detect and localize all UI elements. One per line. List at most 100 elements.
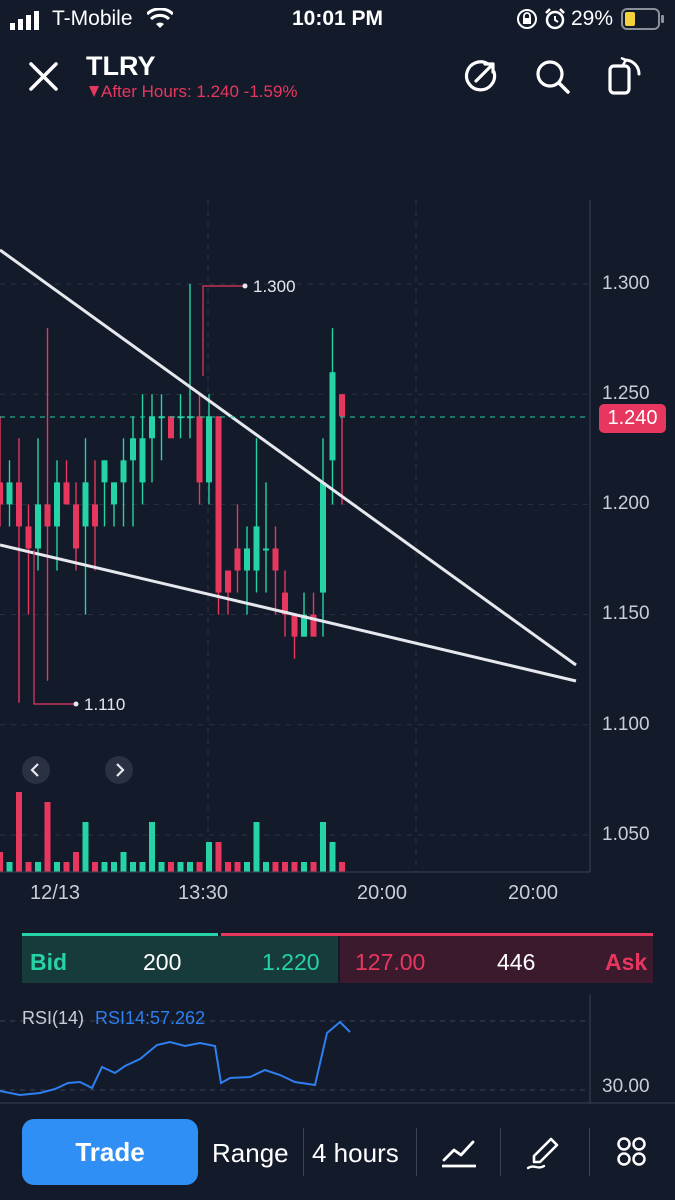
volume-bar xyxy=(25,862,32,872)
low-label: 1.110 xyxy=(84,695,126,714)
rotate-screen-icon[interactable] xyxy=(607,56,643,96)
battery-percent: 29% xyxy=(571,7,614,30)
bid-panel[interactable]: Bid 200 1.220 xyxy=(22,936,338,983)
volume-bar xyxy=(282,862,288,872)
volume-bar xyxy=(272,862,279,872)
battery-icon xyxy=(621,8,664,30)
candlestick-series xyxy=(0,284,345,703)
volume-bars xyxy=(0,792,345,872)
candle-body xyxy=(225,570,231,593)
candle-body xyxy=(139,438,146,483)
candle-body xyxy=(82,482,89,527)
candle-body xyxy=(253,526,260,571)
candle-body xyxy=(63,482,70,505)
more-grid-icon[interactable] xyxy=(617,1137,647,1167)
rsi-line xyxy=(0,1020,351,1097)
current-price-tag: 1.240 xyxy=(599,404,666,433)
candle-body xyxy=(206,416,212,483)
volume-bar xyxy=(187,862,193,872)
orientation-lock-icon xyxy=(517,9,537,29)
scroll-right-icon[interactable] xyxy=(104,755,134,785)
range-button[interactable]: Range xyxy=(212,1138,289,1169)
volume-bar xyxy=(158,862,165,872)
volume-bar xyxy=(225,862,231,872)
volume-bar xyxy=(139,862,146,872)
volume-bar xyxy=(177,862,184,872)
down-arrow-icon xyxy=(89,86,99,97)
toolbar-divider xyxy=(303,1128,304,1176)
rsi-label: RSI(14) xyxy=(22,1008,85,1028)
candle-body xyxy=(329,372,336,461)
candle-body xyxy=(101,460,108,483)
volume-bar xyxy=(35,862,41,872)
candle-body xyxy=(92,504,98,527)
volume-bar xyxy=(291,862,298,872)
candle-body xyxy=(73,504,79,549)
candle-body xyxy=(320,482,326,593)
volume-bar xyxy=(244,862,250,872)
candle-body xyxy=(234,548,241,571)
candle-body xyxy=(120,460,127,483)
indicator-chart-icon[interactable] xyxy=(442,1136,476,1168)
volume-bar xyxy=(329,842,336,872)
candle-body xyxy=(149,416,155,439)
volume-bar xyxy=(130,862,136,872)
ask-label: Ask xyxy=(605,949,648,975)
price-chart[interactable] xyxy=(0,200,675,880)
candle-body xyxy=(111,482,117,505)
volume-bar xyxy=(73,852,79,872)
toolbar-divider xyxy=(500,1128,501,1176)
ask-panel[interactable]: 127.00 446 Ask xyxy=(340,936,653,983)
close-icon[interactable] xyxy=(29,62,58,91)
high-marker-dot xyxy=(242,283,248,289)
candle-body xyxy=(196,416,203,483)
y-tick: 1.300 xyxy=(602,273,650,294)
candle-body xyxy=(25,526,32,549)
volume-bar xyxy=(320,822,326,872)
volume-bar xyxy=(63,862,70,872)
low-marker-line xyxy=(33,550,76,705)
volume-bar xyxy=(168,862,174,872)
trendlines[interactable] xyxy=(0,248,577,683)
y-tick: 1.150 xyxy=(602,603,650,624)
volume-bar xyxy=(54,862,60,872)
high-marker-line xyxy=(202,285,245,376)
candle-body xyxy=(263,548,269,551)
volume-bar xyxy=(234,862,241,872)
trade-button[interactable]: Trade xyxy=(22,1119,198,1185)
volume-bar xyxy=(215,842,222,872)
ask-size: 446 xyxy=(497,949,536,975)
low-marker-dot xyxy=(73,701,79,707)
candle-body xyxy=(339,394,345,417)
volume-bar xyxy=(253,822,260,872)
y-tick: 1.050 xyxy=(602,824,650,845)
candle-body xyxy=(291,614,298,637)
x-tick: 20:00 xyxy=(357,882,408,904)
lower-trendline[interactable] xyxy=(0,543,577,683)
candle-body xyxy=(215,416,222,593)
candle-body xyxy=(54,482,60,527)
bid-price: 1.220 xyxy=(262,949,320,975)
ticker-symbol: TLRY xyxy=(86,51,156,81)
volume-bar xyxy=(111,862,117,872)
share-icon[interactable] xyxy=(464,59,498,93)
alarm-icon xyxy=(545,8,565,30)
volume-bar xyxy=(301,862,307,872)
candle-body xyxy=(44,504,51,527)
volume-bar xyxy=(196,862,203,872)
draw-tool-icon[interactable] xyxy=(526,1134,562,1170)
candle-body xyxy=(35,504,41,549)
y-tick: 1.200 xyxy=(602,493,650,514)
volume-bar xyxy=(206,842,212,872)
search-icon[interactable] xyxy=(535,59,571,95)
scroll-left-icon[interactable] xyxy=(21,755,51,785)
candle-body xyxy=(272,548,279,571)
candle-body xyxy=(168,416,174,439)
candle-body xyxy=(16,482,22,527)
volume-bar xyxy=(101,862,108,872)
volume-bar xyxy=(82,822,89,872)
interval-button[interactable]: 4 hours xyxy=(312,1138,399,1169)
chart-grid xyxy=(0,200,590,872)
ask-price: 127.00 xyxy=(355,949,426,975)
volume-bar xyxy=(339,862,345,872)
